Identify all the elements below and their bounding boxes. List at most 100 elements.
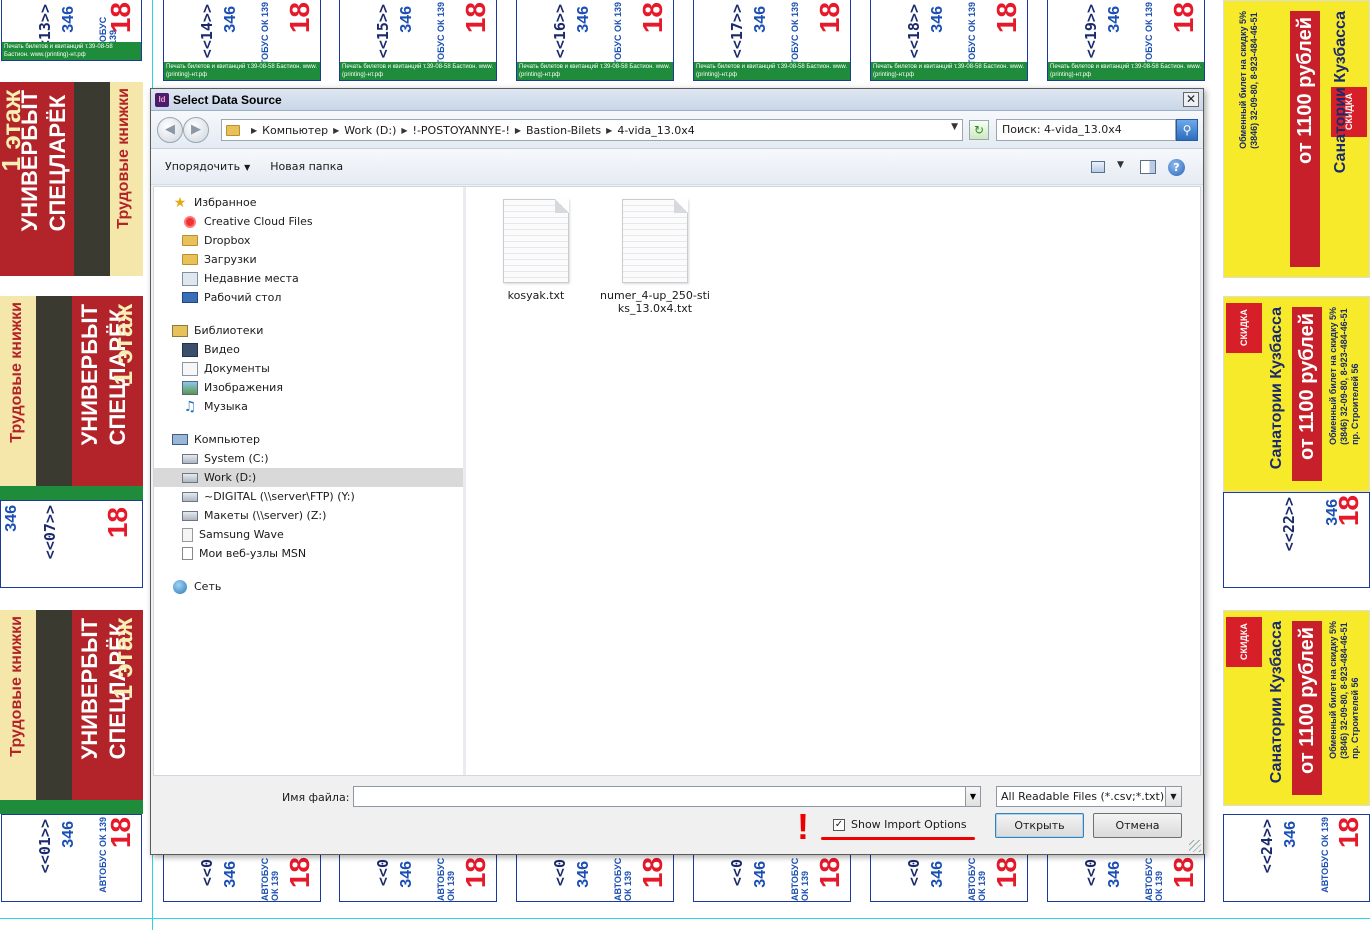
nav-video[interactable]: Видео xyxy=(154,340,463,359)
chevron-right-icon[interactable]: ▶ xyxy=(333,126,339,135)
nav-music[interactable]: ♫ Музыка xyxy=(154,397,463,416)
ad-yellow: СКИДКА Санатории Кузбасса от 1100 рублей… xyxy=(1223,296,1370,492)
help-icon[interactable]: ? xyxy=(1168,159,1185,176)
nav-system-drive[interactable]: System (C:) xyxy=(154,449,463,468)
indesign-app-icon: Id xyxy=(155,92,169,107)
ticket: 18 <<0 346 АВТОБУС ОК 139 xyxy=(693,854,851,902)
annotation-underline xyxy=(821,837,975,840)
folder-icon xyxy=(226,124,240,136)
organize-button[interactable]: Упорядочить ▼ xyxy=(159,157,256,176)
desktop-icon xyxy=(182,292,198,303)
nav-creative-cloud[interactable]: Creative Cloud Files xyxy=(154,212,463,231)
file-name: kosyak.txt xyxy=(507,289,565,302)
back-button[interactable]: ◀ xyxy=(157,117,183,143)
cancel-button[interactable]: Отмена xyxy=(1093,813,1182,838)
chevron-right-icon[interactable]: ▶ xyxy=(401,126,407,135)
nav-pictures[interactable]: Изображения xyxy=(154,378,463,397)
file-list: kosyak.txt numer_4-up_250-stiks_13.0x4.t… xyxy=(469,187,1200,775)
show-import-options-label: Show Import Options xyxy=(851,818,967,831)
search-input[interactable]: Поиск: 4-vida_13.0x4 xyxy=(996,119,1176,141)
nav-desktop[interactable]: Рабочий стол xyxy=(154,288,463,307)
breadcrumb-bastion-bilets[interactable]: Bastion-Bilets xyxy=(526,124,601,137)
checkbox-checked-icon[interactable]: ✓ xyxy=(833,818,845,831)
nav-dropbox[interactable]: Dropbox xyxy=(154,231,463,250)
nav-digital-ftp-drive[interactable]: ~DIGITAL (\\server\FTP) (Y:) xyxy=(154,487,463,506)
recent-places-icon xyxy=(182,271,198,286)
video-library-icon xyxy=(182,342,198,357)
forward-button[interactable]: ▶ xyxy=(183,117,209,143)
new-folder-button[interactable]: Новая папка xyxy=(264,157,349,176)
folder-icon xyxy=(182,235,198,246)
nav-libraries[interactable]: Библиотеки xyxy=(154,321,463,340)
libraries-icon xyxy=(172,324,188,337)
network-drive-icon xyxy=(182,491,198,502)
nav-msn-web-sites[interactable]: Мои веб-узлы MSN xyxy=(154,544,463,563)
filename-input[interactable] xyxy=(353,786,967,807)
annotation-exclamation-mark: ! xyxy=(797,806,809,847)
address-dropdown-icon[interactable]: ▼ xyxy=(951,122,958,132)
breadcrumb-current-folder[interactable]: 4-vida_13.0x4 xyxy=(617,124,694,137)
search-icon[interactable]: ⚲ xyxy=(1176,119,1198,141)
nav-maketi-drive[interactable]: Макеты (\\server) (Z:) xyxy=(154,506,463,525)
breadcrumb-work-drive[interactable]: Work (D:) xyxy=(344,124,396,137)
ticket: 18 <<17>> 346 АВТОБУС ОК 139 Печать билетов … xyxy=(693,0,851,81)
file-item-numer[interactable]: numer_4-up_250-stiks_13.0x4.txt xyxy=(600,199,710,315)
address-bar[interactable]: ▶ Компьютер ▶ Work (D:) ▶ !-POSTOYANNYE-… xyxy=(221,119,963,141)
filename-dropdown-icon[interactable]: ▼ xyxy=(965,786,981,807)
breadcrumb-computer[interactable]: Компьютер xyxy=(262,124,328,137)
ticket: <<22>> 18 346 xyxy=(1223,492,1370,588)
nav-favorites[interactable]: ★ Избранное xyxy=(154,193,463,212)
ad-yellow: СКИДКА от 1100 рублей Санатории Кузбасса… xyxy=(1223,0,1370,278)
ad-red: Трудовые книжки УНИВЕРБЫТ СПЕЦЛАРЁК 1 эта… xyxy=(0,610,143,814)
filename-label: Имя файла: xyxy=(282,791,350,804)
ad-red: Трудовые книжки УНИВЕРБЫТ СПЕЦЛАРЁК 1 эта… xyxy=(0,82,143,276)
preview-pane-icon[interactable] xyxy=(1140,160,1156,174)
ticket: 18 <<0 346 АВТОБУС ОК 139 xyxy=(516,854,674,902)
music-note-icon: ♫ xyxy=(183,398,197,415)
file-type-select[interactable]: All Readable Files (*.csv;*.txt) ▼ xyxy=(996,786,1182,807)
nav-recent-places[interactable]: Недавние места xyxy=(154,269,463,288)
open-button[interactable]: Открыть xyxy=(995,813,1084,838)
nav-computer[interactable]: Компьютер xyxy=(154,430,463,449)
ticket: 18 <<14>> 346 АВТОБУС ОК 139 Печать билетов … xyxy=(163,0,321,81)
network-drive-icon xyxy=(182,510,198,521)
chevron-right-icon[interactable]: ▶ xyxy=(251,126,257,135)
ticket: 18 <<0 346 АВТОБУС ОК 139 xyxy=(870,854,1028,902)
nav-samsung-wave[interactable]: Samsung Wave xyxy=(154,525,463,544)
ticket: 18 <<18>> 346 АВТОБУС ОК 139 Печать билетов … xyxy=(870,0,1028,81)
ticket: 18 <<0 346 АВТОБУС ОК 139 xyxy=(339,854,497,902)
dialog-title: Select Data Source xyxy=(173,92,282,107)
chevron-right-icon[interactable]: ▶ xyxy=(515,126,521,135)
chevron-right-icon[interactable]: ▶ xyxy=(606,126,612,135)
ticket: 18 <<15>> 346 АВТОБУС ОК 139 Печать билетов … xyxy=(339,0,497,81)
ticket: 18<<13>>346АВТОБУС ОК 139Печать билетов … xyxy=(1,0,142,61)
web-sites-icon xyxy=(182,547,193,560)
nav-network[interactable]: Сеть xyxy=(154,577,463,596)
network-icon xyxy=(173,579,187,594)
browser-content: ★ Избранное Creative Cloud Files Dropbox … xyxy=(153,186,1201,776)
star-icon: ★ xyxy=(173,194,187,211)
command-toolbar: Упорядочить ▼ Новая папка ▼ ? xyxy=(151,149,1203,185)
refresh-button[interactable]: ↻ xyxy=(969,120,989,140)
ticket: 18 <<0 346 АВТОБУС ОК 139 xyxy=(1047,854,1205,902)
ticket: 18 <<01>> 346 АВТОБУС ОК 139 xyxy=(1,814,142,902)
nav-documents[interactable]: Документы xyxy=(154,359,463,378)
text-file-icon xyxy=(622,199,688,283)
phone-device-icon xyxy=(182,527,193,542)
view-dropdown-icon[interactable]: ▼ xyxy=(1117,160,1124,170)
pictures-library-icon xyxy=(182,380,198,395)
guide-line xyxy=(0,918,1370,919)
select-data-source-dialog: Id Select Data Source ✕ ◀ ▶ ▶ Компьютер … xyxy=(150,88,1204,855)
show-import-options-checkbox[interactable]: ✓ Show Import Options xyxy=(833,818,967,831)
nav-downloads[interactable]: Загрузки xyxy=(154,250,463,269)
resize-grip-icon[interactable] xyxy=(1189,840,1201,852)
breadcrumb-postoyannye[interactable]: !-POSTOYANNYE-! xyxy=(413,124,510,137)
close-button[interactable]: ✕ xyxy=(1183,92,1199,107)
navigation-pane: ★ Избранное Creative Cloud Files Dropbox … xyxy=(154,187,466,775)
file-item-kosyak[interactable]: kosyak.txt xyxy=(481,199,591,302)
nav-work-drive[interactable]: Work (D:) xyxy=(154,468,463,487)
computer-icon xyxy=(172,434,188,445)
title-bar[interactable]: Id Select Data Source ✕ xyxy=(151,89,1203,111)
chevron-down-icon: ▼ xyxy=(244,163,251,172)
change-view-icon[interactable] xyxy=(1091,161,1105,173)
